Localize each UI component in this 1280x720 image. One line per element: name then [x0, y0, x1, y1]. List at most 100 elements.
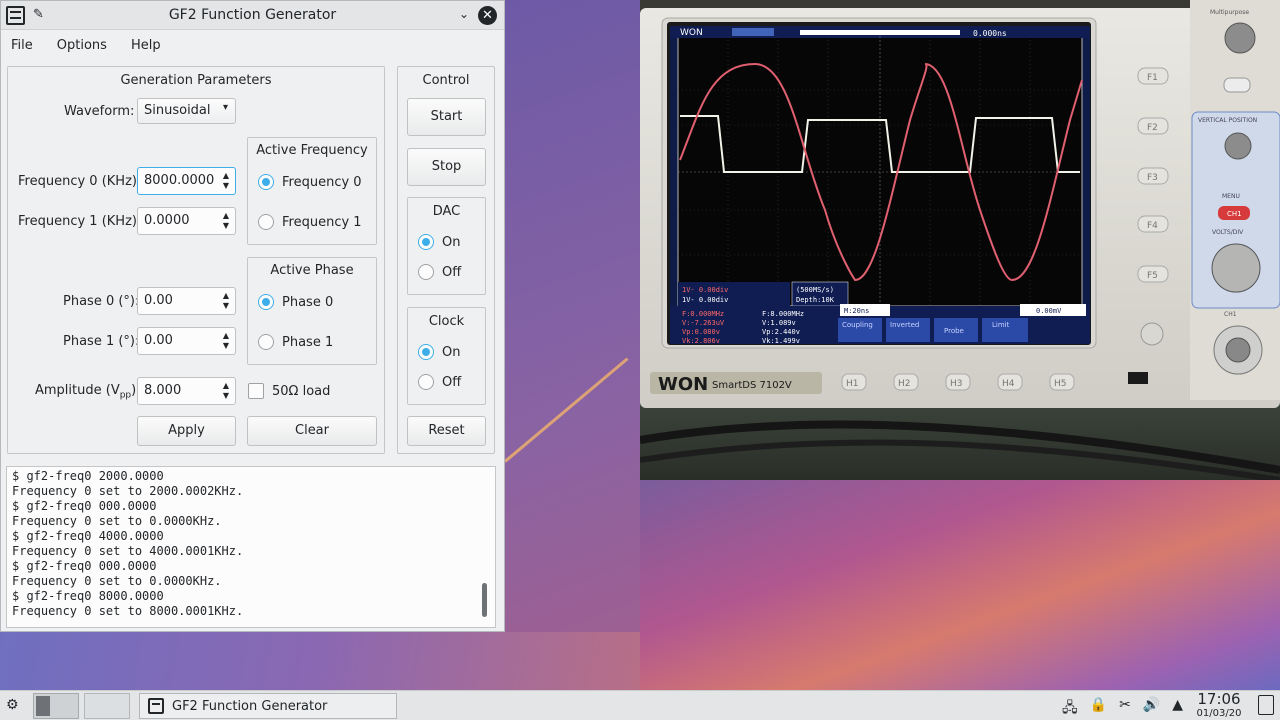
- clock-time: 17:06: [1197, 690, 1241, 708]
- scope-brand-label: WON: [680, 28, 703, 38]
- radio-phase1[interactable]: Phase 1: [258, 334, 333, 350]
- load-50ohm-checkbox[interactable]: 50Ω load: [248, 383, 330, 399]
- phase1-label: Phase 1 (°):: [63, 334, 140, 349]
- measure-right-2: Vp:2.440v: [762, 328, 800, 336]
- radio-clock-off-label: Off: [442, 374, 462, 390]
- console-lines: $ gf2-freq0 2000.0000 Frequency 0 set to …: [12, 469, 243, 619]
- radio-frequency1[interactable]: Frequency 1: [258, 214, 362, 230]
- panel-label-volts-div: VOLTS/DIV: [1212, 229, 1244, 236]
- radio-frequency1-label: Frequency 1: [282, 214, 362, 230]
- pager-desktop-1[interactable]: [33, 693, 79, 719]
- spin-up-icon[interactable]: ▲: [223, 172, 229, 180]
- phase0-value: 0.00: [144, 293, 173, 308]
- lock-icon[interactable]: 🔒: [1090, 697, 1107, 720]
- start-button[interactable]: Start: [407, 98, 486, 136]
- amplitude-label-text: Amplitude (V: [35, 383, 120, 398]
- radio-dac-off-label: Off: [442, 264, 462, 280]
- memory-depth: Depth:10K: [796, 296, 835, 304]
- clock[interactable]: 17:06 01/03/20: [1188, 691, 1250, 720]
- network-icon[interactable]: 🖧: [1062, 697, 1078, 720]
- phase0-spinbox[interactable]: 0.00 ▲ ▼: [137, 287, 236, 315]
- radio-phase0-label: Phase 0: [282, 294, 334, 310]
- waveform-value: Sinusoidal: [144, 103, 211, 118]
- pager-desktop-2[interactable]: [84, 693, 130, 719]
- radio-indicator: [418, 234, 434, 250]
- clear-button[interactable]: Clear: [247, 416, 377, 446]
- gf2-window: ✎ GF2 Function Generator ⌄ ✕ File Option…: [0, 0, 505, 632]
- apply-button[interactable]: Apply: [137, 416, 236, 446]
- trigger-level: 0.00mV: [1036, 307, 1062, 315]
- radio-dac-off[interactable]: Off: [418, 264, 461, 280]
- console-line: $ gf2-freq0 000.0000: [12, 499, 157, 513]
- panel-label-menu: MENU: [1222, 193, 1240, 200]
- radio-frequency0-label: Frequency 0: [282, 174, 362, 190]
- console-output[interactable]: $ gf2-freq0 2000.0000 Frequency 0 set to …: [6, 466, 496, 628]
- menu-bar: File Options Help: [1, 30, 504, 60]
- spin-up-icon[interactable]: ▲: [223, 212, 229, 220]
- spin-down-icon[interactable]: ▼: [223, 342, 229, 350]
- system-tray: 🖧 🔒 ✂ 🔊 ▲: [1062, 697, 1183, 720]
- phase1-spinbox[interactable]: 0.00 ▲ ▼: [137, 327, 236, 355]
- console-line: $ gf2-freq0 000.0000: [12, 559, 157, 573]
- menu-file[interactable]: File: [11, 38, 33, 53]
- radio-phase1-label: Phase 1: [282, 334, 334, 350]
- console-scrollbar-thumb[interactable]: [482, 583, 487, 617]
- taskbar-task-gf2[interactable]: GF2 Function Generator: [139, 693, 397, 719]
- phase0-label: Phase 0 (°):: [63, 294, 140, 309]
- scope-timebase: 0.000ns: [973, 29, 1007, 38]
- spin-up-icon[interactable]: ▲: [223, 332, 229, 340]
- active-phase-title: Active Phase: [270, 263, 354, 278]
- show-desktop-icon[interactable]: [1258, 695, 1274, 715]
- application-launcher-icon[interactable]: ⚙: [6, 697, 19, 713]
- tray-expand-arrow-icon[interactable]: ▲: [1172, 697, 1183, 720]
- radio-dac-on[interactable]: On: [418, 234, 460, 250]
- frequency1-spinbox[interactable]: 0.0000 ▲ ▼: [137, 207, 236, 235]
- measure-left-3: Vk:2.806v: [682, 337, 720, 345]
- load-50ohm-label: 50Ω load: [272, 383, 331, 399]
- spin-down-icon[interactable]: ▼: [223, 182, 229, 190]
- clipboard-scissors-icon[interactable]: ✂: [1119, 697, 1131, 720]
- measure-right-3: Vk:1.499v: [762, 337, 800, 345]
- console-line: Frequency 0 set to 0.0000KHz.: [12, 514, 222, 528]
- minimize-chevron-icon[interactable]: ⌄: [457, 7, 471, 21]
- close-button[interactable]: ✕: [478, 6, 497, 25]
- spin-down-icon[interactable]: ▼: [223, 392, 229, 400]
- spin-up-icon[interactable]: ▲: [223, 292, 229, 300]
- radio-indicator: [418, 374, 434, 390]
- oscilloscope-photo: WON 0.000ns 1V- 0.00div 1V- 0.00div (500…: [640, 0, 1280, 480]
- radio-dac-on-label: On: [442, 234, 461, 250]
- h4-button-label: H4: [1002, 379, 1015, 389]
- title-bar[interactable]: ✎ GF2 Function Generator ⌄ ✕: [1, 1, 504, 30]
- desktop-wallpaper-lower: [640, 480, 1280, 690]
- menu-options[interactable]: Options: [57, 38, 107, 53]
- waveform-select[interactable]: Sinusoidal ▾: [137, 98, 236, 124]
- stop-button[interactable]: Stop: [407, 148, 486, 186]
- h3-button-label: H3: [950, 379, 963, 389]
- radio-indicator: [258, 334, 274, 350]
- console-line: $ gf2-freq0 8000.0000: [12, 589, 164, 603]
- radio-indicator: [258, 294, 274, 310]
- phase1-value: 0.00: [144, 333, 173, 348]
- radio-indicator: [418, 344, 434, 360]
- volume-icon[interactable]: 🔊: [1143, 697, 1160, 720]
- spin-up-icon[interactable]: ▲: [223, 382, 229, 390]
- control-group: Control Start Stop DAC On Off Clock On O…: [397, 66, 495, 454]
- radio-clock-on[interactable]: On: [418, 344, 460, 360]
- radio-frequency0[interactable]: Frequency 0: [258, 174, 362, 190]
- radio-clock-off[interactable]: Off: [418, 374, 461, 390]
- menu-help[interactable]: Help: [131, 38, 161, 53]
- checkbox-indicator: [248, 383, 264, 399]
- measure-left-0: F:0.000MHz: [682, 310, 724, 318]
- clock-date: 01/03/20: [1196, 708, 1242, 719]
- radio-phase0[interactable]: Phase 0: [258, 294, 333, 310]
- frequency0-spinbox[interactable]: 8000.0000 ▲ ▼: [137, 167, 236, 195]
- spin-down-icon[interactable]: ▼: [223, 222, 229, 230]
- reset-button[interactable]: Reset: [407, 416, 486, 446]
- amplitude-spinbox[interactable]: 8.000 ▲ ▼: [137, 377, 236, 405]
- f5-button-label: F5: [1147, 271, 1158, 281]
- frequency0-value: 8000.0000: [144, 173, 215, 188]
- measure-right-1: V:1.089v: [762, 319, 796, 327]
- clock-title: Clock: [428, 314, 465, 329]
- spin-down-icon[interactable]: ▼: [223, 302, 229, 310]
- dac-title: DAC: [432, 204, 461, 219]
